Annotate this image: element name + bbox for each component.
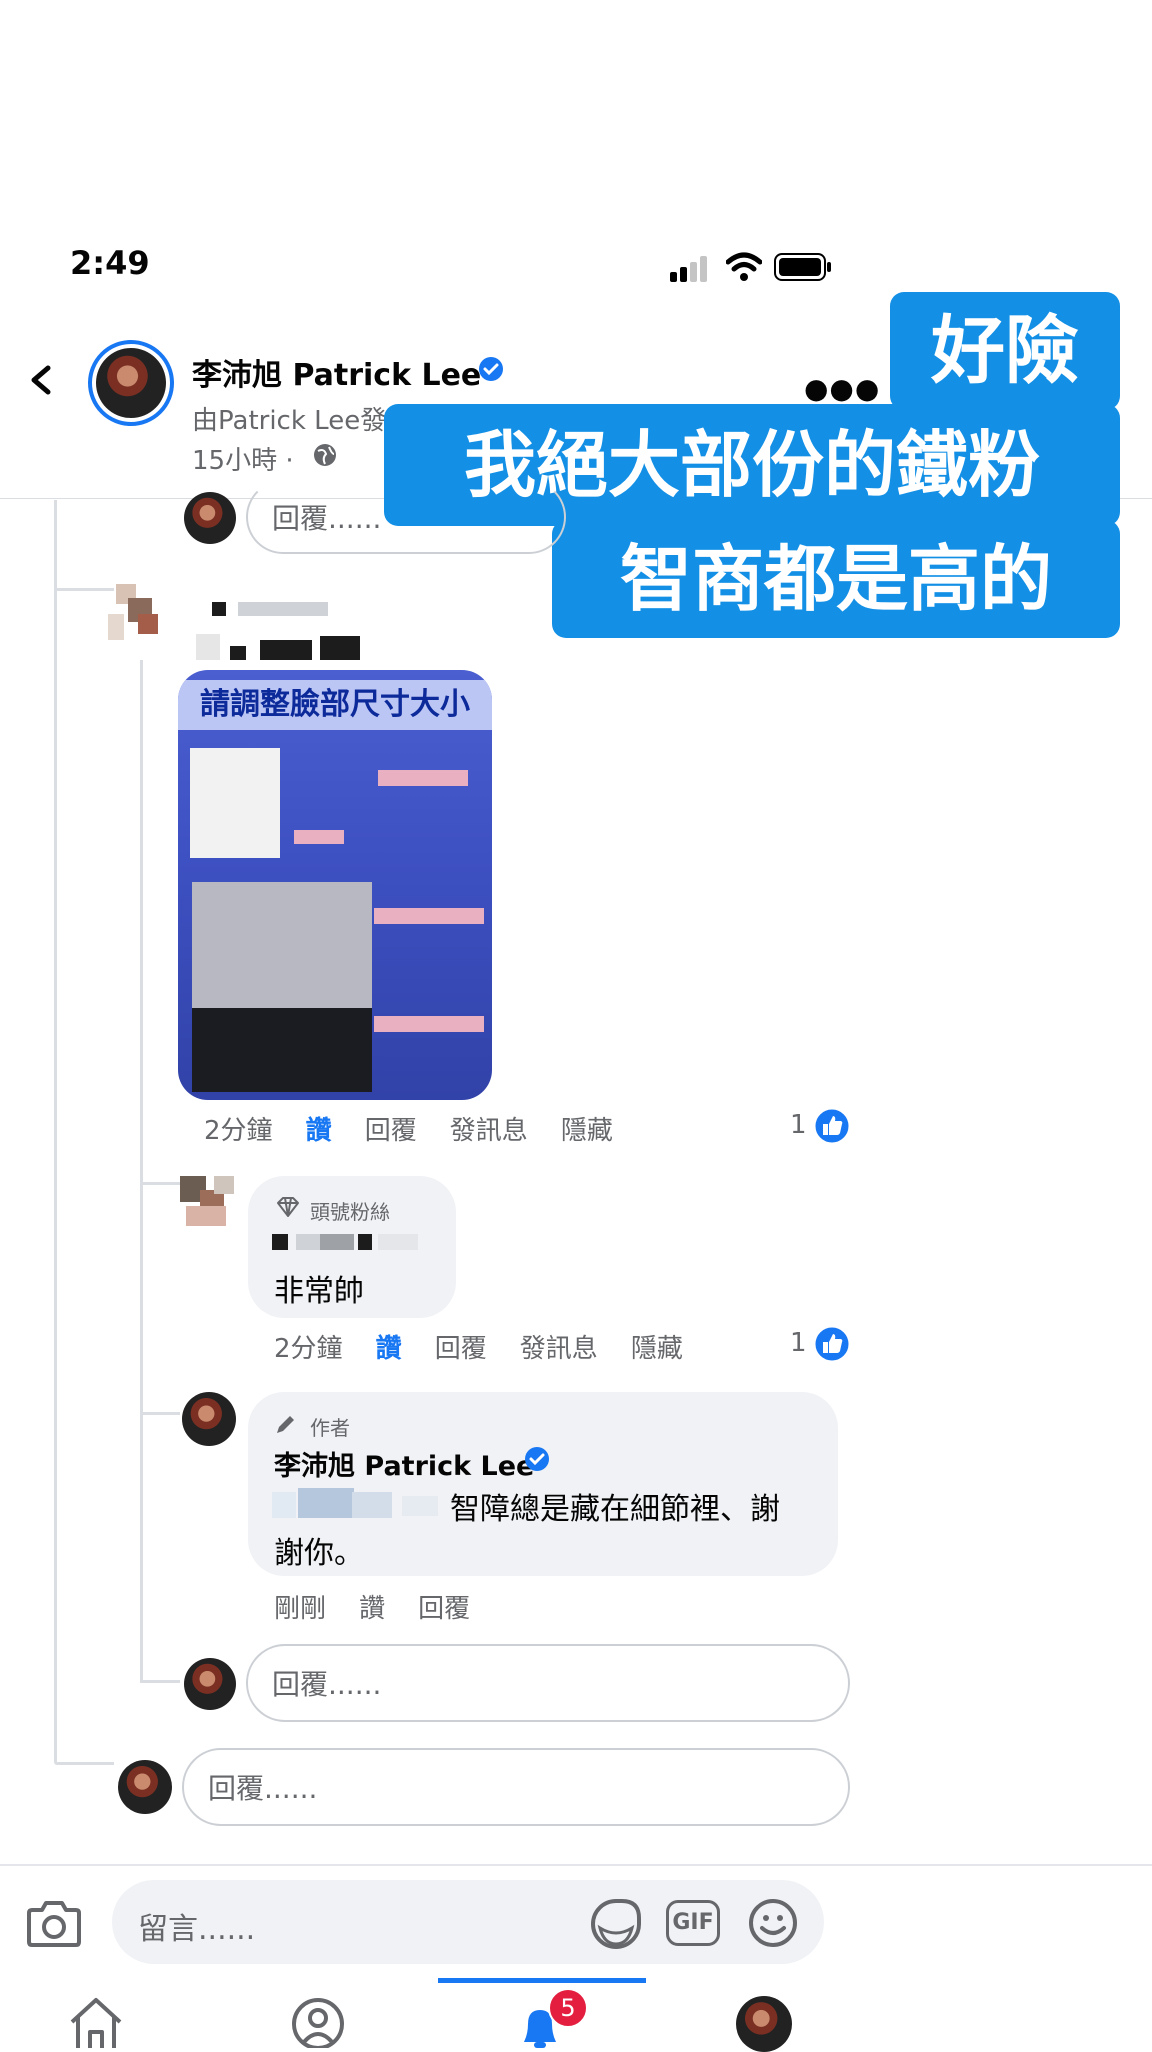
gif-icon[interactable]: GIF — [666, 1900, 720, 1946]
verified-icon — [479, 357, 503, 381]
fan-comment-actions: 2分鐘 讚 回覆 發訊息 隱藏 — [274, 1328, 683, 1365]
hide-button[interactable]: 隱藏 — [631, 1334, 683, 1364]
diamond-icon — [277, 1197, 299, 1217]
reply-button[interactable]: 回覆 — [365, 1116, 417, 1146]
photo-comment-actions: 2分鐘 讚 回覆 發訊息 隱藏 — [204, 1110, 613, 1147]
post-timestamp: 15小時 · — [192, 446, 294, 476]
fan-avatar[interactable] — [180, 1176, 244, 1240]
mention-redacted[interactable] — [272, 1488, 442, 1520]
menu-avatar[interactable] — [736, 1996, 792, 2052]
reply-button[interactable]: 回覆 — [435, 1334, 487, 1364]
author-name[interactable]: 李沛旭 Patrick Lee — [274, 1444, 534, 1483]
nested-reply-input[interactable]: 回覆...... — [246, 1644, 850, 1722]
fan-name-redacted[interactable] — [272, 1234, 432, 1254]
author-avatar[interactable] — [182, 1392, 236, 1446]
author-badge: 作者 — [310, 1416, 350, 1440]
reply-placeholder: 回覆...... — [208, 1772, 318, 1805]
like-button[interactable]: 讚 — [306, 1116, 332, 1146]
comment-time: 剛剛 — [274, 1594, 327, 1624]
thread-line — [140, 1412, 180, 1415]
like-reaction-icon[interactable] — [812, 1324, 852, 1364]
photo-portrait-main — [192, 882, 372, 1092]
back-icon[interactable] — [22, 360, 62, 400]
thread-line — [54, 1762, 114, 1765]
signal-icon — [670, 256, 707, 282]
like-count[interactable]: 1 — [790, 1328, 807, 1358]
commenter-name-redacted[interactable] — [196, 600, 336, 620]
comment-time: 2分鐘 — [274, 1334, 343, 1364]
pen-icon — [277, 1416, 294, 1433]
message-button[interactable]: 發訊息 — [450, 1116, 528, 1146]
like-button[interactable]: 讚 — [376, 1334, 402, 1364]
top-fan-badge: 頭號粉絲 — [310, 1200, 390, 1224]
commenter-text-redacted — [196, 630, 366, 666]
page-avatar[interactable] — [88, 340, 174, 426]
reply-avatar — [118, 1760, 172, 1814]
photo-guide-line — [378, 770, 468, 786]
caption-line-3: 智商都是高的 — [552, 520, 1120, 638]
message-button[interactable]: 發訊息 — [520, 1334, 598, 1364]
hide-button[interactable]: 隱藏 — [561, 1116, 613, 1146]
reply-avatar — [184, 492, 236, 544]
reply-placeholder: 回覆...... — [272, 1668, 382, 1701]
thread-line — [140, 1182, 180, 1185]
author-comment-actions: 剛剛 讚 回覆 — [274, 1588, 470, 1625]
page-name[interactable]: 李沛旭 Patrick Lee — [192, 350, 481, 394]
thread-reply-input[interactable]: 回覆...... — [182, 1748, 850, 1826]
photo-guide-line — [294, 830, 344, 844]
battery-icon — [774, 253, 831, 281]
status-time: 2:49 — [70, 244, 150, 282]
author-comment-text-line1: 智障總是藏在細節裡、謝 — [450, 1492, 780, 1527]
photo-title: 請調整臉部尺寸大小 — [178, 680, 492, 730]
like-reaction-icon[interactable] — [812, 1106, 852, 1146]
like-button[interactable]: 讚 — [359, 1594, 385, 1624]
more-options-icon[interactable]: ●●● — [804, 372, 880, 405]
nav-active-indicator — [438, 1978, 646, 1983]
commenter-avatar[interactable] — [108, 584, 168, 648]
thread-line — [54, 500, 57, 1762]
emoji-icon[interactable] — [748, 1898, 798, 1948]
home-icon[interactable] — [66, 1996, 126, 2048]
reply-avatar — [184, 1658, 236, 1710]
photo-guide-line — [374, 908, 484, 924]
photo-guide-line — [374, 1016, 484, 1032]
sticker-icon[interactable] — [590, 1898, 642, 1950]
thread-line — [140, 1680, 180, 1683]
verified-icon — [525, 1447, 549, 1471]
caption-line-1: 好險 — [890, 292, 1120, 410]
globe-icon — [314, 444, 336, 466]
fan-comment-text: 非常帥 — [274, 1274, 364, 1309]
comment-placeholder: 留言...... — [138, 1912, 256, 1947]
like-count[interactable]: 1 — [790, 1110, 807, 1140]
reply-placeholder: 回覆...... — [272, 502, 382, 535]
wifi-icon — [726, 252, 762, 281]
reply-button[interactable]: 回覆 — [418, 1594, 470, 1624]
comment-time: 2分鐘 — [204, 1116, 273, 1146]
photo-portrait-sample — [190, 748, 280, 858]
comment-photo[interactable]: 請調整臉部尺寸大小 — [178, 670, 492, 1100]
post-attribution: 由Patrick Lee發 — [192, 406, 387, 436]
notification-count-badge: 5 — [548, 1988, 588, 2028]
author-comment-text-line2: 謝你。 — [274, 1536, 364, 1571]
thread-line — [54, 588, 114, 591]
camera-icon[interactable] — [26, 1898, 82, 1948]
thread-line — [140, 660, 143, 1680]
reply-input[interactable]: 回覆...... — [246, 480, 566, 554]
profile-icon[interactable] — [290, 1996, 346, 2048]
composer-divider — [0, 1864, 1152, 1866]
